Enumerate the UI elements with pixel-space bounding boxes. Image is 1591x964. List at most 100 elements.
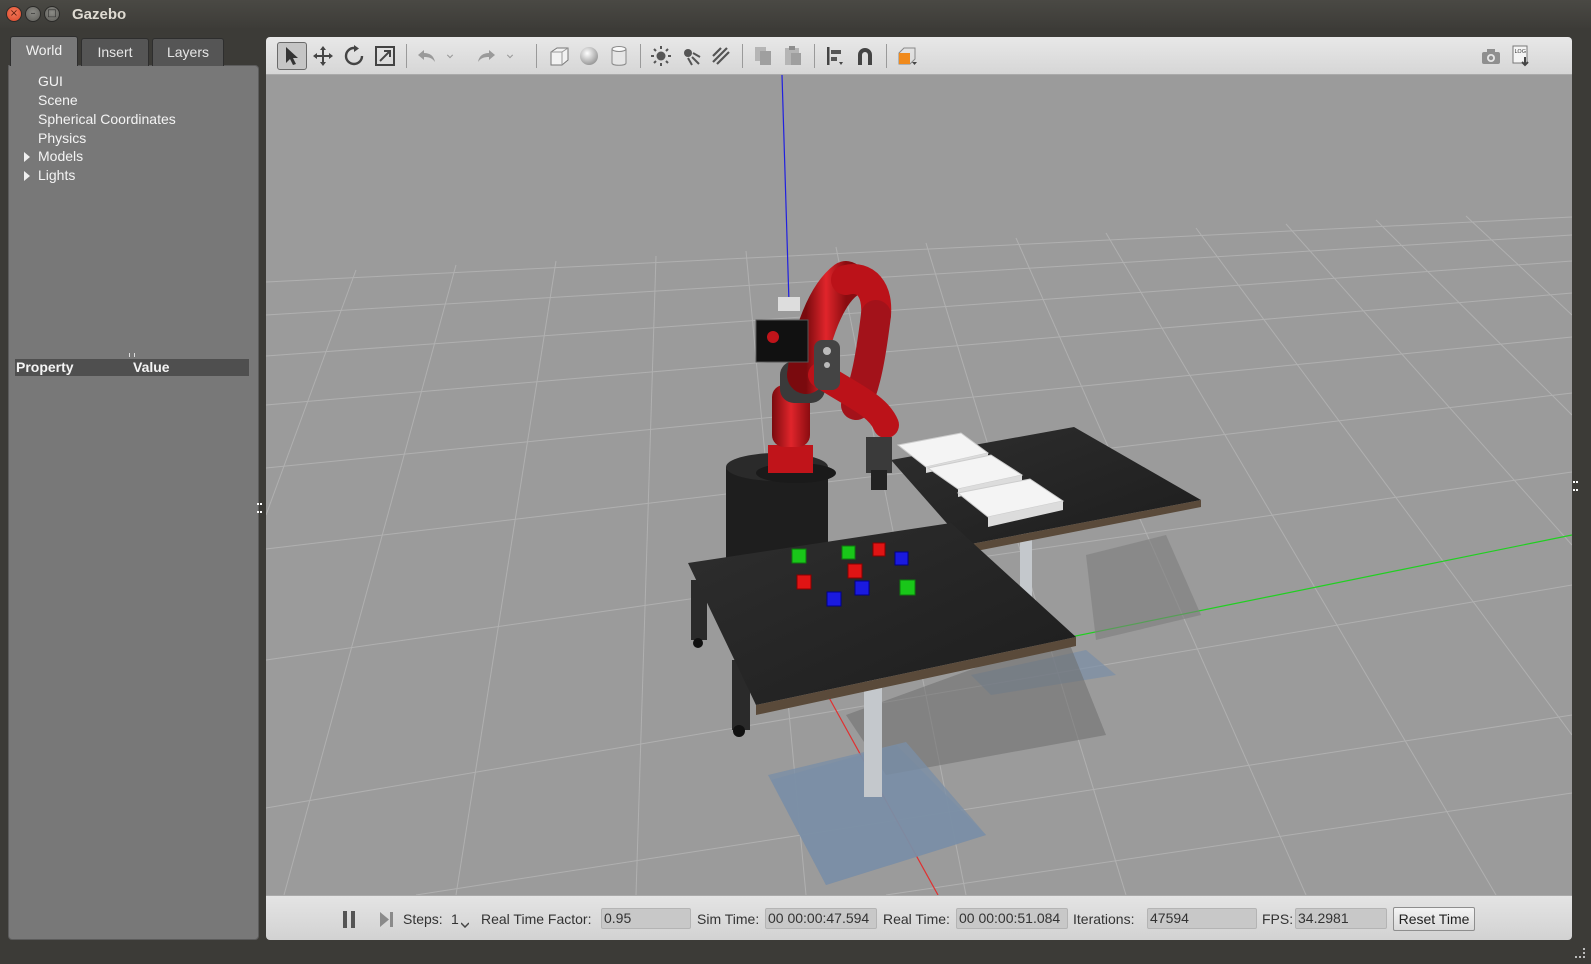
toolbar-separator [742, 44, 743, 68]
expand-arrow-icon[interactable] [24, 152, 30, 162]
box-icon [550, 47, 569, 66]
paste-icon [785, 46, 801, 65]
redo-history-dropdown[interactable] [502, 42, 518, 70]
camera-icon [1482, 49, 1500, 64]
cylinder-shape-button[interactable] [604, 42, 634, 70]
copy-icon [755, 47, 771, 65]
move-arrows-icon [313, 46, 333, 66]
cube [841, 545, 856, 560]
right-panel-resize-handle[interactable] [1573, 481, 1576, 491]
z-axis-line [781, 75, 790, 304]
directional-light-icon [712, 47, 730, 65]
tree-item-spherical-coordinates[interactable]: Spherical Coordinates [38, 110, 176, 129]
toolbar-separator [406, 44, 407, 68]
real-time-factor-label: Real Time Factor: [481, 911, 592, 927]
property-column-header[interactable]: Property [16, 359, 74, 375]
undo-icon [418, 50, 435, 62]
property-table-header: Property Value [15, 359, 249, 376]
expand-arrow-icon[interactable] [24, 171, 30, 181]
rotate-icon [344, 45, 364, 66]
select-mode-button[interactable] [277, 42, 307, 70]
cube [796, 574, 812, 590]
snap-button[interactable] [850, 42, 880, 70]
sim-time-field: 00 00:00:47.594 [765, 908, 877, 929]
tree-item-label: Models [38, 148, 84, 164]
step-forward-icon [380, 912, 393, 927]
scale-mode-button[interactable] [370, 42, 400, 70]
paste-button[interactable] [778, 42, 808, 70]
cube [894, 551, 909, 566]
tree-item-physics[interactable]: Physics [38, 129, 86, 148]
real-time-field: 00 00:00:51.084 [956, 908, 1068, 929]
point-light-button[interactable] [646, 42, 676, 70]
pause-icon [343, 911, 347, 928]
scale-icon [375, 46, 395, 66]
chevron-down-icon[interactable] [461, 922, 469, 928]
rotate-mode-button[interactable] [339, 42, 369, 70]
tab-insert[interactable]: Insert [81, 38, 149, 66]
steps-label: Steps: [403, 911, 443, 927]
cube [847, 563, 863, 579]
gazebo-window: × – □ Gazebo GUI Scene Spherical Coordin… [0, 0, 1591, 964]
screenshot-button[interactable] [1476, 42, 1506, 70]
panel-splitter-handle[interactable] [129, 353, 135, 357]
tab-label: World [25, 42, 63, 58]
close-window-button[interactable]: × [6, 6, 22, 22]
box-shape-button[interactable] [544, 42, 574, 70]
chevron-down-icon [506, 54, 514, 59]
tree-item-scene[interactable]: Scene [38, 91, 78, 110]
redo-button[interactable] [471, 42, 501, 70]
left-panel: GUI Scene Spherical Coordinates Physics … [8, 36, 260, 940]
view-angle-button[interactable] [892, 42, 922, 70]
sphere-shape-button[interactable] [574, 42, 604, 70]
cylinder-icon [611, 46, 627, 66]
tab-world[interactable]: World [10, 36, 78, 66]
tab-layers[interactable]: Layers [152, 38, 224, 66]
tree-item-label: Scene [38, 92, 78, 108]
pause-icon [351, 911, 355, 928]
simulation-status-bar: Steps: 1 Real Time Factor: 0.95 Sim Time… [266, 895, 1572, 940]
real-time-label: Real Time: [883, 911, 950, 927]
spot-light-icon [684, 49, 701, 66]
window-resize-grip[interactable] [1575, 948, 1585, 958]
left-panel-resize-handle[interactable] [257, 503, 260, 513]
window-title: Gazebo [72, 6, 127, 23]
value-column-header[interactable]: Value [133, 359, 170, 375]
cube [899, 579, 916, 596]
tree-item-gui[interactable]: GUI [38, 72, 63, 91]
sphere-icon [580, 47, 598, 65]
cube [791, 548, 807, 564]
magnet-icon [858, 48, 872, 65]
tree-item-lights[interactable]: Lights [24, 166, 75, 185]
scene-render [266, 75, 1572, 895]
tree-item-label: Spherical Coordinates [38, 111, 176, 127]
steps-spinbox[interactable]: 1 [451, 911, 459, 927]
cube [872, 542, 886, 557]
toolbar-separator [640, 44, 641, 68]
spot-light-button[interactable] [676, 42, 706, 70]
toolbar: LOG [266, 37, 1572, 75]
tree-item-label: GUI [38, 73, 63, 89]
directional-light-button[interactable] [706, 42, 736, 70]
log-badge-text: LOG [1515, 49, 1526, 55]
minimize-window-button[interactable]: – [25, 6, 41, 22]
reset-time-button[interactable]: Reset Time [1393, 907, 1475, 931]
maximize-window-button[interactable]: □ [44, 6, 60, 22]
3d-viewport[interactable] [266, 75, 1572, 895]
main-area: LOG Steps: 1 Real Time Factor: 0.95 Sim … [266, 37, 1572, 940]
translate-mode-button[interactable] [308, 42, 338, 70]
iterations-label: Iterations: [1073, 911, 1135, 927]
tree-item-models[interactable]: Models [24, 147, 84, 166]
copy-button[interactable] [748, 42, 778, 70]
sawyer-robot-arm [755, 261, 899, 490]
step-button[interactable] [378, 911, 395, 928]
pause-button[interactable] [343, 911, 357, 928]
toolbar-separator [814, 44, 815, 68]
world-tree-pane: GUI Scene Spherical Coordinates Physics … [8, 65, 260, 940]
undo-button[interactable] [412, 42, 442, 70]
arrow-cursor-icon [286, 47, 298, 65]
align-button[interactable] [820, 42, 850, 70]
undo-history-dropdown[interactable] [442, 42, 458, 70]
sim-time-label: Sim Time: [697, 911, 760, 927]
log-button[interactable]: LOG [1506, 42, 1536, 70]
